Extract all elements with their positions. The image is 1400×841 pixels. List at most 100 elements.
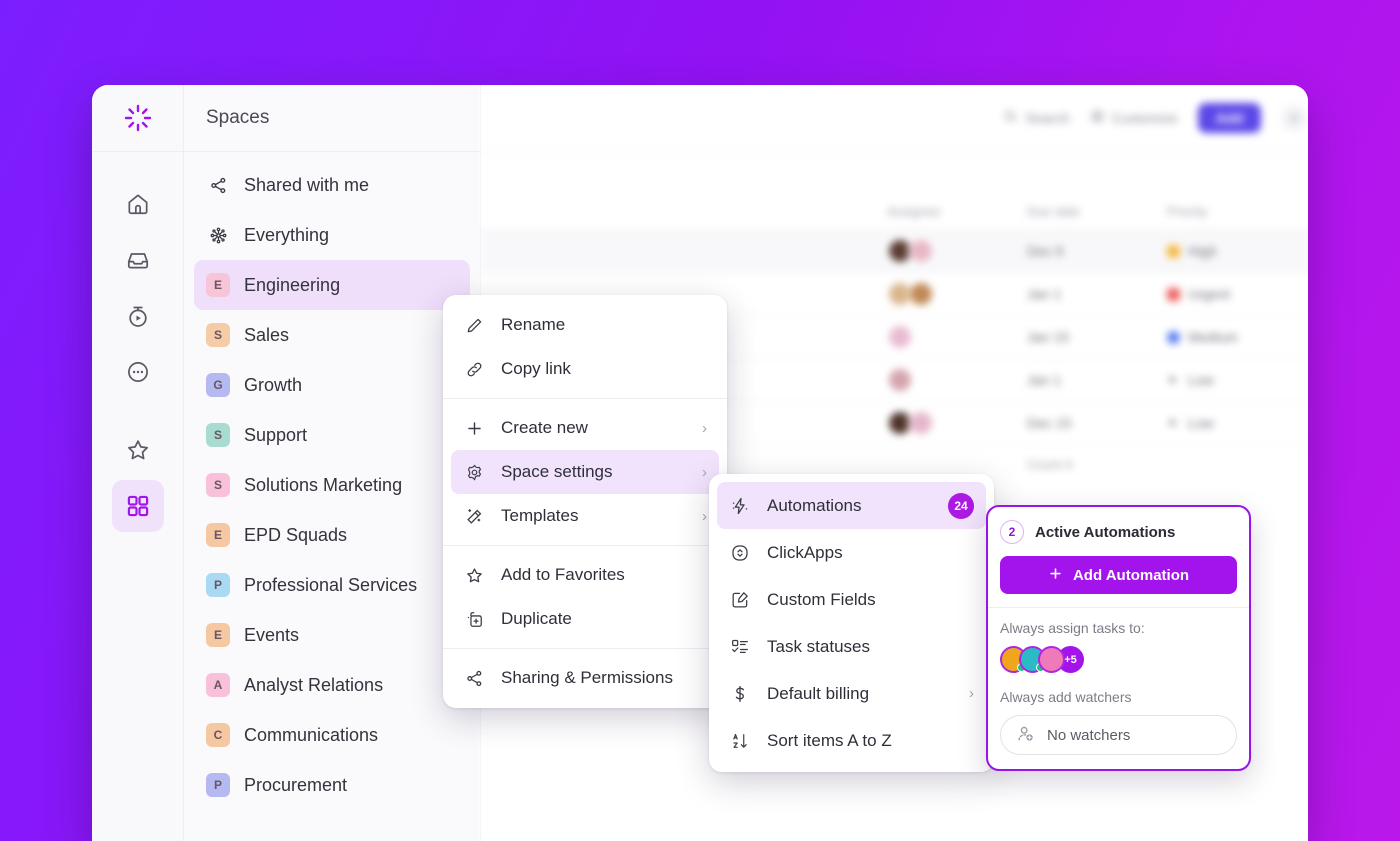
add-button[interactable]: Add: [1197, 103, 1261, 133]
clickapps-icon: [729, 543, 751, 563]
sidebar-item-label: Engineering: [244, 274, 341, 295]
assign-tasks-label: Always assign tasks to:: [1000, 620, 1145, 636]
magic-wand-icon: [463, 507, 485, 526]
sidebar-item-label: Solutions Marketing: [244, 474, 403, 495]
table-header-row: Assignee Due date Priority: [481, 204, 1308, 229]
submenu-item-default-billing[interactable]: Default billing ›: [717, 670, 986, 717]
sidebar-item-label: Professional Services: [244, 574, 418, 595]
menu-divider: [443, 648, 727, 649]
clickup-burst-logo-icon[interactable]: [92, 85, 183, 152]
submenu-item-label: Automations: [767, 495, 862, 515]
sidebar-item-engineering[interactable]: E Engineering: [194, 260, 470, 310]
sidebar-item-label: EPD Squads: [244, 524, 348, 545]
customize-label: Customize: [1111, 110, 1178, 126]
menu-item-duplicate[interactable]: Duplicate: [451, 597, 719, 641]
space-badge: S: [206, 423, 230, 447]
sidebar-item-sales[interactable]: S Sales: [194, 310, 470, 360]
assignee-avatars: [887, 367, 1027, 393]
menu-item-copy-link[interactable]: Copy link: [451, 347, 719, 391]
cell-priority: High: [1167, 243, 1308, 259]
rail-item-inbox[interactable]: [112, 234, 164, 286]
sidebar-item-solutions-marketing[interactable]: S Solutions Marketing: [194, 460, 470, 510]
space-badge: P: [206, 573, 230, 597]
home-icon: [125, 191, 151, 217]
sidebar-item-epd-squads[interactable]: E EPD Squads: [194, 510, 470, 560]
share-nodes-icon: [463, 669, 485, 688]
menu-item-label: Duplicate: [501, 609, 572, 628]
main-topbar: Search Customize Add ▾: [481, 85, 1308, 152]
sidebar-item-procurement[interactable]: P Procurement: [194, 760, 470, 810]
more-circle-icon: [125, 359, 151, 385]
menu-item-sharing-permissions[interactable]: Sharing & Permissions: [451, 656, 719, 700]
automations-popover-header: 2 Active Automations Add Automation: [988, 507, 1249, 608]
search-label: Search: [1025, 110, 1070, 126]
sidebar-item-label: Growth: [244, 374, 303, 395]
customize-button[interactable]: Customize: [1090, 109, 1178, 127]
menu-item-create-new[interactable]: Create new ›: [451, 406, 719, 450]
submenu-item-label: Default billing: [767, 683, 870, 703]
menu-item-templates[interactable]: Templates ›: [451, 494, 719, 538]
plus-icon: [463, 419, 485, 438]
sidebar-item-support[interactable]: S Support: [194, 410, 470, 460]
star-icon: [125, 437, 151, 463]
sidebar-item-events[interactable]: E Events: [194, 610, 470, 660]
chevron-right-icon: ›: [702, 463, 707, 481]
submenu-item-task-statuses[interactable]: Task statuses: [717, 623, 986, 670]
add-automation-label: Add Automation: [1072, 566, 1190, 584]
space-badge: C: [206, 723, 230, 747]
space-badge: E: [206, 523, 230, 547]
assignee-avatar-stack[interactable]: +5: [1000, 646, 1237, 673]
rail-item-home[interactable]: [112, 178, 164, 230]
cell-due-date: Jan 15: [1027, 329, 1070, 345]
chevron-right-icon: ›: [702, 419, 707, 437]
rail-item-spaces[interactable]: [111, 480, 164, 532]
edit-square-icon: [729, 590, 751, 610]
menu-item-add-to-favorites[interactable]: Add to Favorites: [451, 553, 719, 597]
dollar-icon: [729, 684, 751, 704]
sidebar-item-professional-services[interactable]: P Professional Services: [194, 560, 470, 610]
chevron-right-icon: ›: [702, 507, 707, 525]
avatar[interactable]: [1038, 646, 1065, 673]
spaces-header: Spaces: [184, 85, 480, 152]
sidebar-item-label: Sales: [244, 324, 290, 345]
cell-due-date: Jan 1: [1027, 286, 1062, 302]
star-icon: [463, 566, 485, 585]
add-watchers-label: Always add watchers: [1000, 689, 1132, 705]
cell-due-date: Dec 6: [1027, 243, 1064, 259]
submenu-item-clickapps[interactable]: ClickApps: [717, 529, 986, 576]
space-badge: A: [206, 673, 230, 697]
sidebar-item-analyst-relations[interactable]: A Analyst Relations: [194, 660, 470, 710]
priority-label: High: [1188, 243, 1217, 259]
submenu-item-automations[interactable]: Automations 24: [717, 482, 986, 529]
sidebar-item-communications[interactable]: C Communications: [194, 710, 470, 760]
menu-item-space-settings[interactable]: Space settings ›: [451, 450, 719, 494]
submenu-item-sort-items-a-to-z[interactable]: Sort items A to Z: [717, 717, 986, 764]
watchers-selector[interactable]: No watchers: [1000, 715, 1237, 755]
assignee-avatars: [887, 324, 1027, 350]
checklist-icon: [729, 637, 751, 657]
menu-item-rename[interactable]: Rename: [451, 303, 719, 347]
sidebar-item-shared-with-me[interactable]: Shared with me: [194, 160, 470, 210]
link-icon: [463, 360, 485, 379]
sidebar-item-label: Procurement: [244, 774, 348, 795]
menu-item-label: Add to Favorites: [501, 565, 625, 584]
space-settings-submenu: Automations 24 ClickApps Custom Fields T…: [709, 474, 994, 772]
sidebar-item-growth[interactable]: G Growth: [194, 360, 470, 410]
automations-count-badge: 24: [948, 492, 974, 519]
rail-item-more[interactable]: [112, 346, 164, 398]
search-button[interactable]: Search: [1003, 109, 1070, 127]
rail-item-timer[interactable]: [112, 290, 164, 342]
chevron-down-icon[interactable]: ▾: [1281, 105, 1307, 131]
page-title: Spaces: [206, 107, 270, 128]
add-automation-button[interactable]: Add Automation: [1000, 556, 1237, 594]
space-badge: E: [206, 623, 230, 647]
table-row[interactable]: Dec 6 High ···: [481, 229, 1308, 272]
duplicate-icon: [463, 610, 485, 629]
submenu-item-custom-fields[interactable]: Custom Fields: [717, 576, 986, 623]
cell-due-date: Jan 1: [1027, 372, 1062, 388]
automations-title: Active Automations: [1035, 523, 1176, 541]
column-header-assignee: Assignee: [887, 204, 941, 219]
active-automations-popover: 2 Active Automations Add Automation Alwa…: [986, 505, 1251, 771]
sidebar-item-everything[interactable]: Everything: [194, 210, 470, 260]
rail-item-favorites[interactable]: [112, 424, 164, 476]
